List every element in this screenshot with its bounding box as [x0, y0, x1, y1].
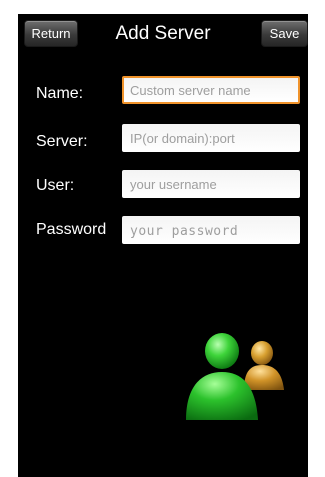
- add-server-screen: Return Add Server Save Name: Server: Use…: [18, 14, 308, 477]
- user-label: User:: [36, 177, 75, 194]
- password-label: Password: [36, 221, 107, 238]
- password-input[interactable]: [122, 216, 300, 244]
- name-input[interactable]: [122, 76, 300, 104]
- users-icon: [186, 333, 284, 420]
- username-input[interactable]: [122, 170, 300, 198]
- name-label: Name:: [36, 85, 84, 102]
- save-button[interactable]: Save: [261, 20, 308, 47]
- server-label: Server:: [36, 133, 88, 150]
- server-input[interactable]: [122, 124, 300, 152]
- title-bar: Return Add Server Save: [18, 14, 308, 54]
